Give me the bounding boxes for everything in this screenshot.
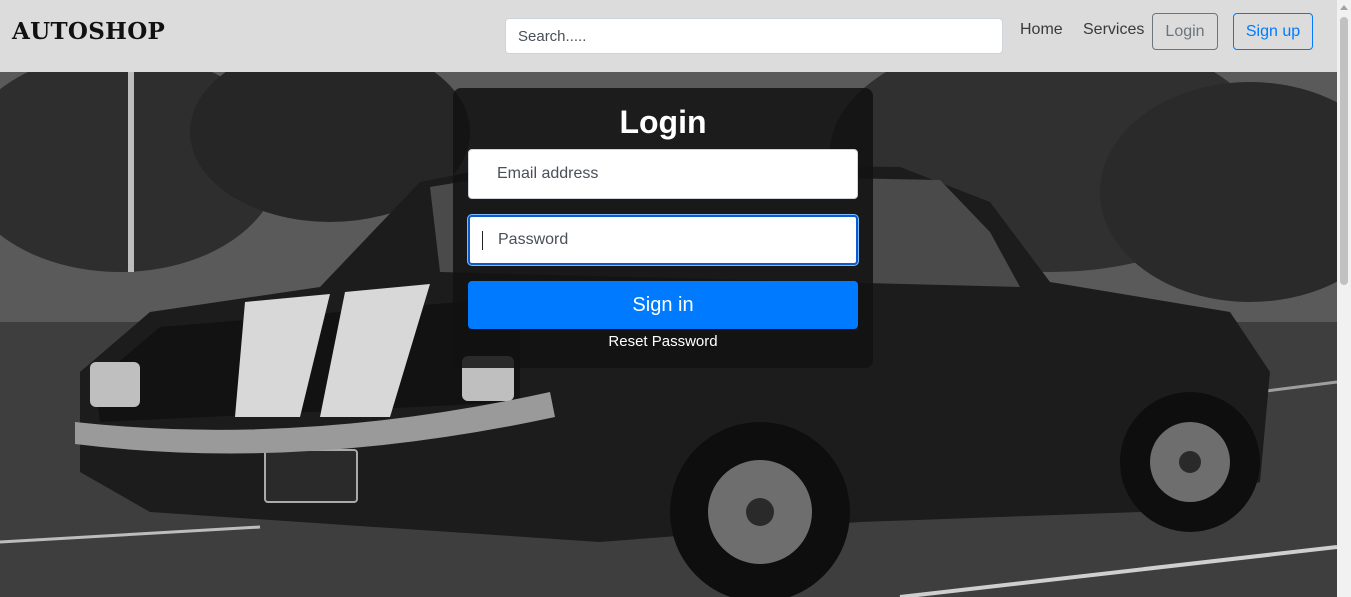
scroll-up-arrow-icon[interactable] <box>1340 5 1348 10</box>
top-navbar: AUTOSHOP Home Services Login Sign up <box>0 0 1337 72</box>
text-cursor <box>482 231 483 250</box>
email-field[interactable] <box>468 149 858 199</box>
signup-button[interactable]: Sign up <box>1233 13 1313 50</box>
login-card: Login Sign in Reset Password <box>453 88 873 368</box>
reset-password-link[interactable]: Reset Password <box>453 333 873 350</box>
scrollbar-thumb[interactable] <box>1340 17 1348 285</box>
password-field[interactable] <box>468 215 858 265</box>
page-scrollbar[interactable] <box>1337 0 1351 597</box>
nav-link-home[interactable]: Home <box>1020 21 1063 39</box>
sign-in-button[interactable]: Sign in <box>468 281 858 329</box>
search-input[interactable] <box>505 18 1003 54</box>
login-title: Login <box>619 104 707 140</box>
nav-link-services[interactable]: Services <box>1083 21 1144 39</box>
login-button[interactable]: Login <box>1152 13 1218 50</box>
brand-logo[interactable]: AUTOSHOP <box>12 18 165 45</box>
